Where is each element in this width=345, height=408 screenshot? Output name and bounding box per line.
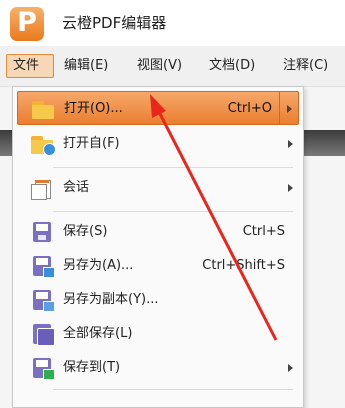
annotation-arrow (150, 94, 278, 341)
arrow-shaft (154, 105, 278, 341)
arrow-head (150, 94, 166, 118)
